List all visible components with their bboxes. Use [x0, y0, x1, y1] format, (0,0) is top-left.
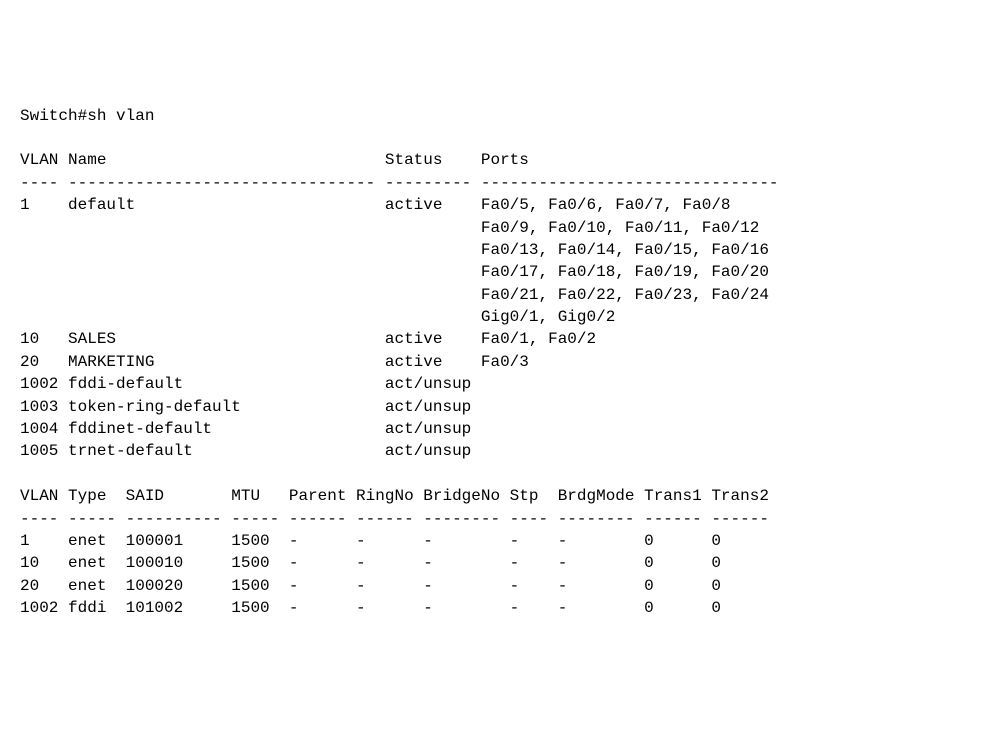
table1-row: 10 SALES active Fa0/1, Fa0/2	[20, 330, 596, 348]
table2-row: 1 enet 100001 1500 - - - - - 0 0	[20, 532, 721, 550]
table2-row: 1002 fddi 101002 1500 - - - - - 0 0	[20, 599, 721, 617]
terminal-output: Switch#sh vlan VLAN Name Status Ports --…	[20, 105, 980, 620]
table1-row: 1003 token-ring-default act/unsup	[20, 398, 471, 416]
table1-row: 20 MARKETING active Fa0/3	[20, 353, 529, 371]
table1-row: Fa0/9, Fa0/10, Fa0/11, Fa0/12	[20, 219, 759, 237]
command-line: Switch#sh vlan	[20, 107, 154, 125]
table1-row: Gig0/1, Gig0/2	[20, 308, 615, 326]
table1-divider: ---- -------------------------------- --…	[20, 174, 779, 192]
table1-header: VLAN Name Status Ports	[20, 151, 529, 169]
table2-divider: ---- ----- ---------- ----- ------ -----…	[20, 510, 769, 528]
table2-row: 10 enet 100010 1500 - - - - - 0 0	[20, 554, 721, 572]
table1-row: 1004 fddinet-default act/unsup	[20, 420, 471, 438]
table1-row: Fa0/13, Fa0/14, Fa0/15, Fa0/16	[20, 241, 769, 259]
table1-row: Fa0/17, Fa0/18, Fa0/19, Fa0/20	[20, 263, 769, 281]
table1-row: Fa0/21, Fa0/22, Fa0/23, Fa0/24	[20, 286, 769, 304]
table1-row: 1005 trnet-default act/unsup	[20, 442, 471, 460]
table2-header: VLAN Type SAID MTU Parent RingNo BridgeN…	[20, 487, 769, 505]
table1-row: 1 default active Fa0/5, Fa0/6, Fa0/7, Fa…	[20, 196, 731, 214]
table2-row: 20 enet 100020 1500 - - - - - 0 0	[20, 577, 721, 595]
table1-row: 1002 fddi-default act/unsup	[20, 375, 471, 393]
